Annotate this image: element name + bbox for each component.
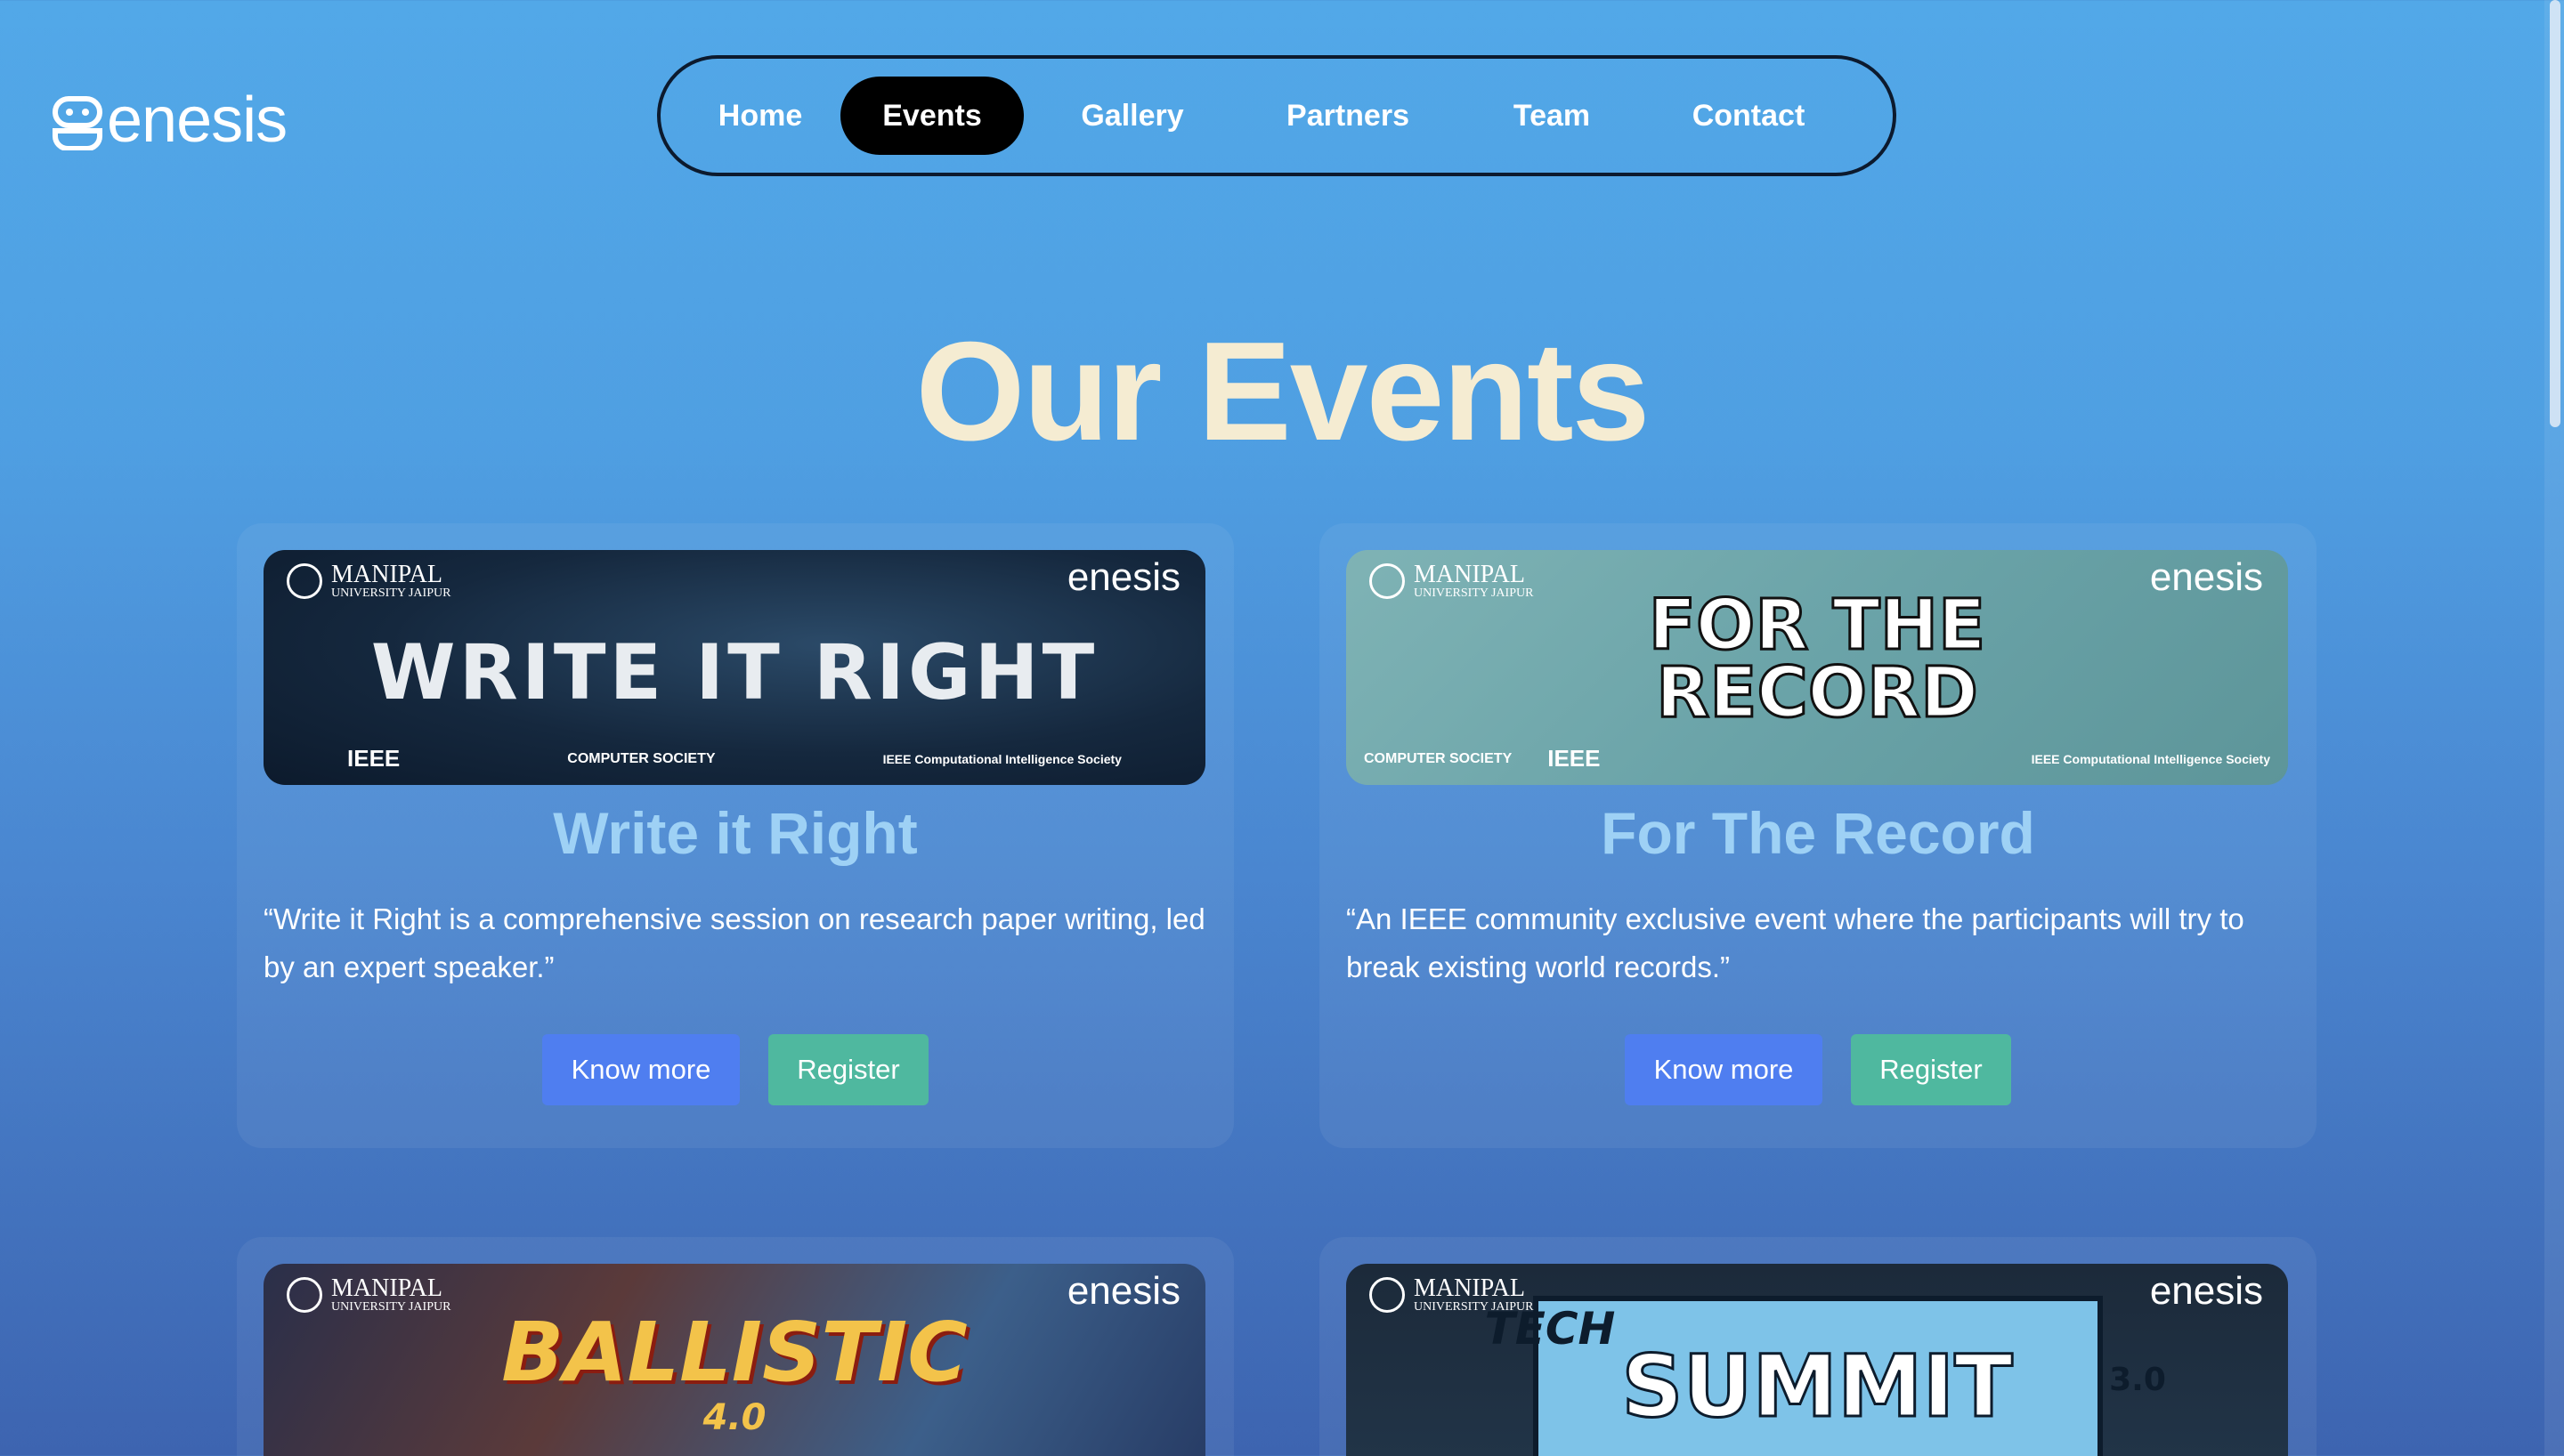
nav-partners[interactable]: Partners <box>1241 77 1455 155</box>
university-seal-icon <box>287 563 322 599</box>
banner-headline: WRITE IT RIGHT <box>370 628 1099 717</box>
event-title: For The Record <box>1601 800 2035 866</box>
event-card: MANIPAL UNIVERSITY JAIPUR enesis BALLIST… <box>237 1237 1234 1456</box>
event-banner: MANIPAL UNIVERSITY JAIPUR enesis TECH SU… <box>1346 1264 2288 1456</box>
register-button[interactable]: Register <box>1851 1034 2011 1105</box>
genesis-robot-icon <box>52 93 103 151</box>
event-card: MANIPAL UNIVERSITY JAIPUR enesis FOR THE… <box>1319 523 2317 1148</box>
banner-headline-sub: 4.0 <box>702 1397 767 1438</box>
banner-headline: BALLISTIC <box>501 1305 968 1400</box>
sponsor-logos: IEEE COMPUTER SOCIETY IEEE Computational… <box>347 745 1122 772</box>
nav-team[interactable]: Team <box>1455 77 1649 155</box>
page-scrollbar[interactable] <box>2544 0 2564 1456</box>
event-actions: Know more Register <box>237 1034 1234 1105</box>
page-title: Our Events <box>915 313 1651 470</box>
event-description: “An IEEE community exclusive event where… <box>1346 902 2244 983</box>
event-banner: MANIPAL UNIVERSITY JAIPUR enesis WRITE I… <box>264 550 1205 785</box>
event-banner: MANIPAL UNIVERSITY JAIPUR enesis FOR THE… <box>1346 550 2288 785</box>
event-actions: Know more Register <box>1319 1034 2317 1105</box>
register-button[interactable]: Register <box>768 1034 929 1105</box>
banner-headline-sub: 3.0 <box>2109 1362 2166 1398</box>
event-title: Write it Right <box>553 800 918 866</box>
know-more-button[interactable]: Know more <box>1625 1034 1822 1105</box>
event-banner: MANIPAL UNIVERSITY JAIPUR enesis BALLIST… <box>264 1264 1205 1456</box>
banner-headline-line2: RECORD <box>1655 652 1980 735</box>
nav-home[interactable]: Home <box>680 77 840 155</box>
scrollbar-thumb[interactable] <box>2550 0 2560 427</box>
logo-text: enesis <box>107 85 288 156</box>
banner-brand: enesis <box>1067 555 1181 599</box>
nav-gallery[interactable]: Gallery <box>1024 77 1241 155</box>
event-description: “Write it Right is a comprehensive sessi… <box>264 902 1205 983</box>
site-logo[interactable]: enesis <box>52 84 288 157</box>
banner-brand: enesis <box>2149 1269 2263 1313</box>
know-more-button[interactable]: Know more <box>542 1034 740 1105</box>
nav-events[interactable]: Events <box>840 77 1024 155</box>
event-card: MANIPAL UNIVERSITY JAIPUR enesis TECH SU… <box>1319 1237 2317 1456</box>
main-nav: Home Events Gallery Partners Team Contac… <box>657 55 1896 176</box>
event-card: MANIPAL UNIVERSITY JAIPUR enesis WRITE I… <box>237 523 1234 1148</box>
university-logo: MANIPAL UNIVERSITY JAIPUR <box>287 562 450 600</box>
sponsor-logos: COMPUTER SOCIETY IEEE IEEE Computational… <box>1364 745 2270 772</box>
nav-contact[interactable]: Contact <box>1649 77 1848 155</box>
